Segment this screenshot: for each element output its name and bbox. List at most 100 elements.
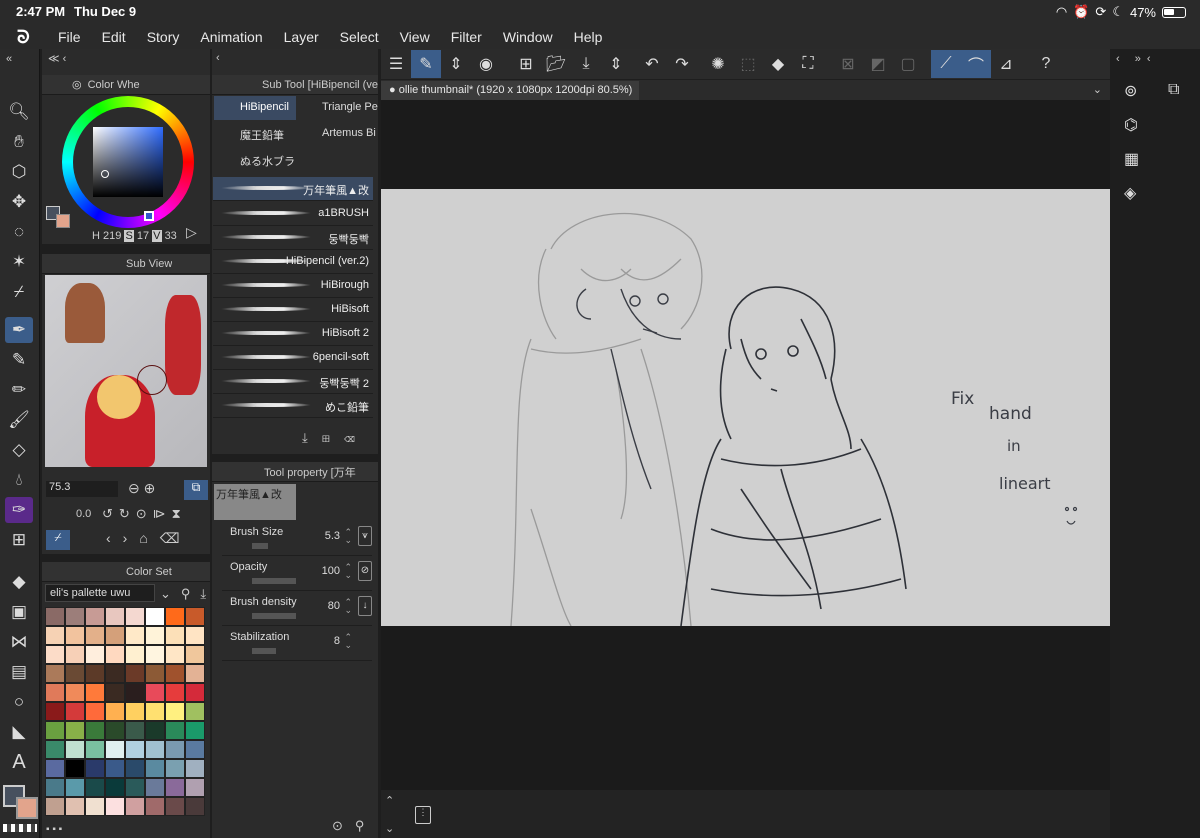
eyedropper-icon[interactable]: ⌿	[5, 279, 33, 305]
color-swatch[interactable]	[65, 645, 85, 664]
color-swatch[interactable]	[165, 797, 185, 816]
color-swatch[interactable]	[125, 664, 145, 683]
figure-icon[interactable]: ⊞	[5, 527, 33, 553]
redo-icon[interactable]: ↷	[667, 50, 697, 78]
color-swatch[interactable]	[165, 778, 185, 797]
collapse-icon[interactable]: «	[6, 53, 12, 65]
color-swatch[interactable]	[125, 607, 145, 626]
panel-nav-icon[interactable]: ≪ ‹	[48, 52, 66, 65]
marker-icon[interactable]: ✎	[5, 347, 33, 373]
frame-icon[interactable]: ▤	[5, 659, 33, 685]
color-swatch[interactable]	[145, 626, 165, 645]
play-icon[interactable]: ▷	[186, 224, 197, 241]
subtool-nav-icon[interactable]: ‹	[216, 52, 220, 64]
brush-icon[interactable]: 🖌︎	[5, 407, 33, 433]
menu-story[interactable]: Story	[147, 29, 180, 45]
brush-item[interactable]: a1BRUSH	[213, 202, 373, 226]
zoom-field[interactable]: 75.3	[46, 481, 118, 497]
color-swatch[interactable]	[125, 759, 145, 778]
subview-nav-icon[interactable]: ‹›⌂⌫	[106, 530, 192, 547]
color-swatch[interactable]	[125, 626, 145, 645]
snap-ruler-icon[interactable]: ⟋	[931, 50, 961, 78]
group-maou[interactable]: 魔王鉛筆	[214, 122, 296, 146]
color-swatch[interactable]	[105, 721, 125, 740]
color-swatch[interactable]	[45, 759, 65, 778]
group-nuru[interactable]: ぬる水ブラ	[214, 148, 296, 172]
color-swatch[interactable]	[105, 607, 125, 626]
color-swatch[interactable]	[65, 721, 85, 740]
color-swatch[interactable]	[65, 759, 85, 778]
right-nav-icon[interactable]: ‹ »‹	[1116, 53, 1157, 65]
menu-help[interactable]: Help	[574, 29, 603, 45]
hue-handle[interactable]	[144, 211, 154, 221]
color-swatch[interactable]	[185, 683, 205, 702]
group-hibipencil[interactable]: HiBipencil	[214, 96, 296, 120]
color-swatch[interactable]	[85, 702, 105, 721]
color-swatch[interactable]	[85, 607, 105, 626]
color-swatch[interactable]	[45, 626, 65, 645]
color-swatch[interactable]	[165, 626, 185, 645]
move-icon[interactable]: ✥	[5, 189, 33, 215]
rotate-controls-icon[interactable]: ↺↻⊙⧐⧗	[102, 506, 187, 522]
color-swatch[interactable]	[45, 797, 65, 816]
saturation-value-square[interactable]	[93, 127, 163, 197]
color-swatch-grid[interactable]	[45, 607, 205, 816]
open-icon[interactable]: 📂︎	[541, 50, 571, 78]
color-swatch[interactable]	[165, 664, 185, 683]
subtool-actions-icon[interactable]: ⤓⊞⌫	[302, 430, 368, 446]
color-swatch[interactable]	[65, 797, 85, 816]
loading-icon[interactable]: ✺	[703, 50, 733, 78]
color-swatch[interactable]	[45, 721, 65, 740]
sv-picker-handle[interactable]	[101, 170, 109, 178]
hand-icon[interactable]: ✋︎	[5, 129, 33, 155]
layer-property-icon[interactable]: ⌬	[1124, 115, 1138, 135]
shape-icon[interactable]: ○	[5, 689, 33, 715]
navigator-icon[interactable]: ⊚	[1124, 81, 1137, 101]
drawing-canvas[interactable]: Fix hand in lineart	[381, 189, 1110, 626]
color-swatch[interactable]	[185, 740, 205, 759]
ruler-icon[interactable]: ⋈	[5, 629, 33, 655]
color-swatch[interactable]	[105, 797, 125, 816]
color-swatch[interactable]	[85, 740, 105, 759]
color-swatch[interactable]	[145, 797, 165, 816]
menu-view[interactable]: View	[400, 29, 430, 45]
app-logo-icon[interactable]: ᘐ	[17, 27, 43, 47]
ruler-edit-icon[interactable]: ⊿	[991, 50, 1021, 78]
color-swatch[interactable]	[45, 683, 65, 702]
color-swatch[interactable]	[145, 721, 165, 740]
color-swatch[interactable]	[165, 702, 185, 721]
menu-window[interactable]: Window	[503, 29, 553, 45]
color-swatch[interactable]	[145, 759, 165, 778]
brush-item[interactable]: めこ鉛筆	[213, 394, 373, 418]
rotate-icon[interactable]: ⬡	[5, 159, 33, 185]
document-tab[interactable]: ● ollie thumbnail* (1920 x 1080px 1200dp…	[381, 81, 639, 100]
color-swatch[interactable]	[125, 797, 145, 816]
snap-special-icon[interactable]: ⌒	[961, 50, 991, 78]
color-swatch[interactable]	[85, 797, 105, 816]
color-swatch[interactable]	[165, 759, 185, 778]
brush-item[interactable]: 6pencil-soft	[213, 346, 373, 370]
color-swatch[interactable]	[105, 683, 125, 702]
color-swatch[interactable]	[165, 721, 185, 740]
prop-stabilization[interactable]: Stabilization 8 ⌃ ⌄	[222, 627, 372, 661]
color-swatch[interactable]	[85, 759, 105, 778]
color-swatch[interactable]	[85, 778, 105, 797]
color-swatch[interactable]	[125, 721, 145, 740]
color-swatch[interactable]	[65, 683, 85, 702]
group-triangle[interactable]: Triangle Pe	[298, 96, 378, 120]
color-swatch[interactable]	[185, 759, 205, 778]
color-wheel-tab-icon[interactable]: ◎	[72, 78, 82, 91]
property-settings-icon[interactable]: ⊙⚲	[332, 818, 376, 834]
brush-item[interactable]: HiBirough	[213, 274, 373, 298]
color-swatch[interactable]	[105, 664, 125, 683]
zoom-icon[interactable]: 🔍︎	[5, 99, 33, 125]
pencil-icon[interactable]: ✏	[5, 377, 33, 403]
logo-icon[interactable]: ◉	[471, 50, 501, 78]
chevron-down-icon[interactable]: ⌄	[1093, 83, 1102, 96]
menu-icon[interactable]: ☰	[381, 50, 411, 78]
text-icon[interactable]: A	[5, 749, 33, 775]
brush-item[interactable]: HiBipencil (ver.2)	[213, 250, 373, 274]
menu-filter[interactable]: Filter	[451, 29, 482, 45]
sub-color-swatch[interactable]	[16, 797, 38, 819]
brush-item[interactable]: HiBisoft 2	[213, 322, 373, 346]
